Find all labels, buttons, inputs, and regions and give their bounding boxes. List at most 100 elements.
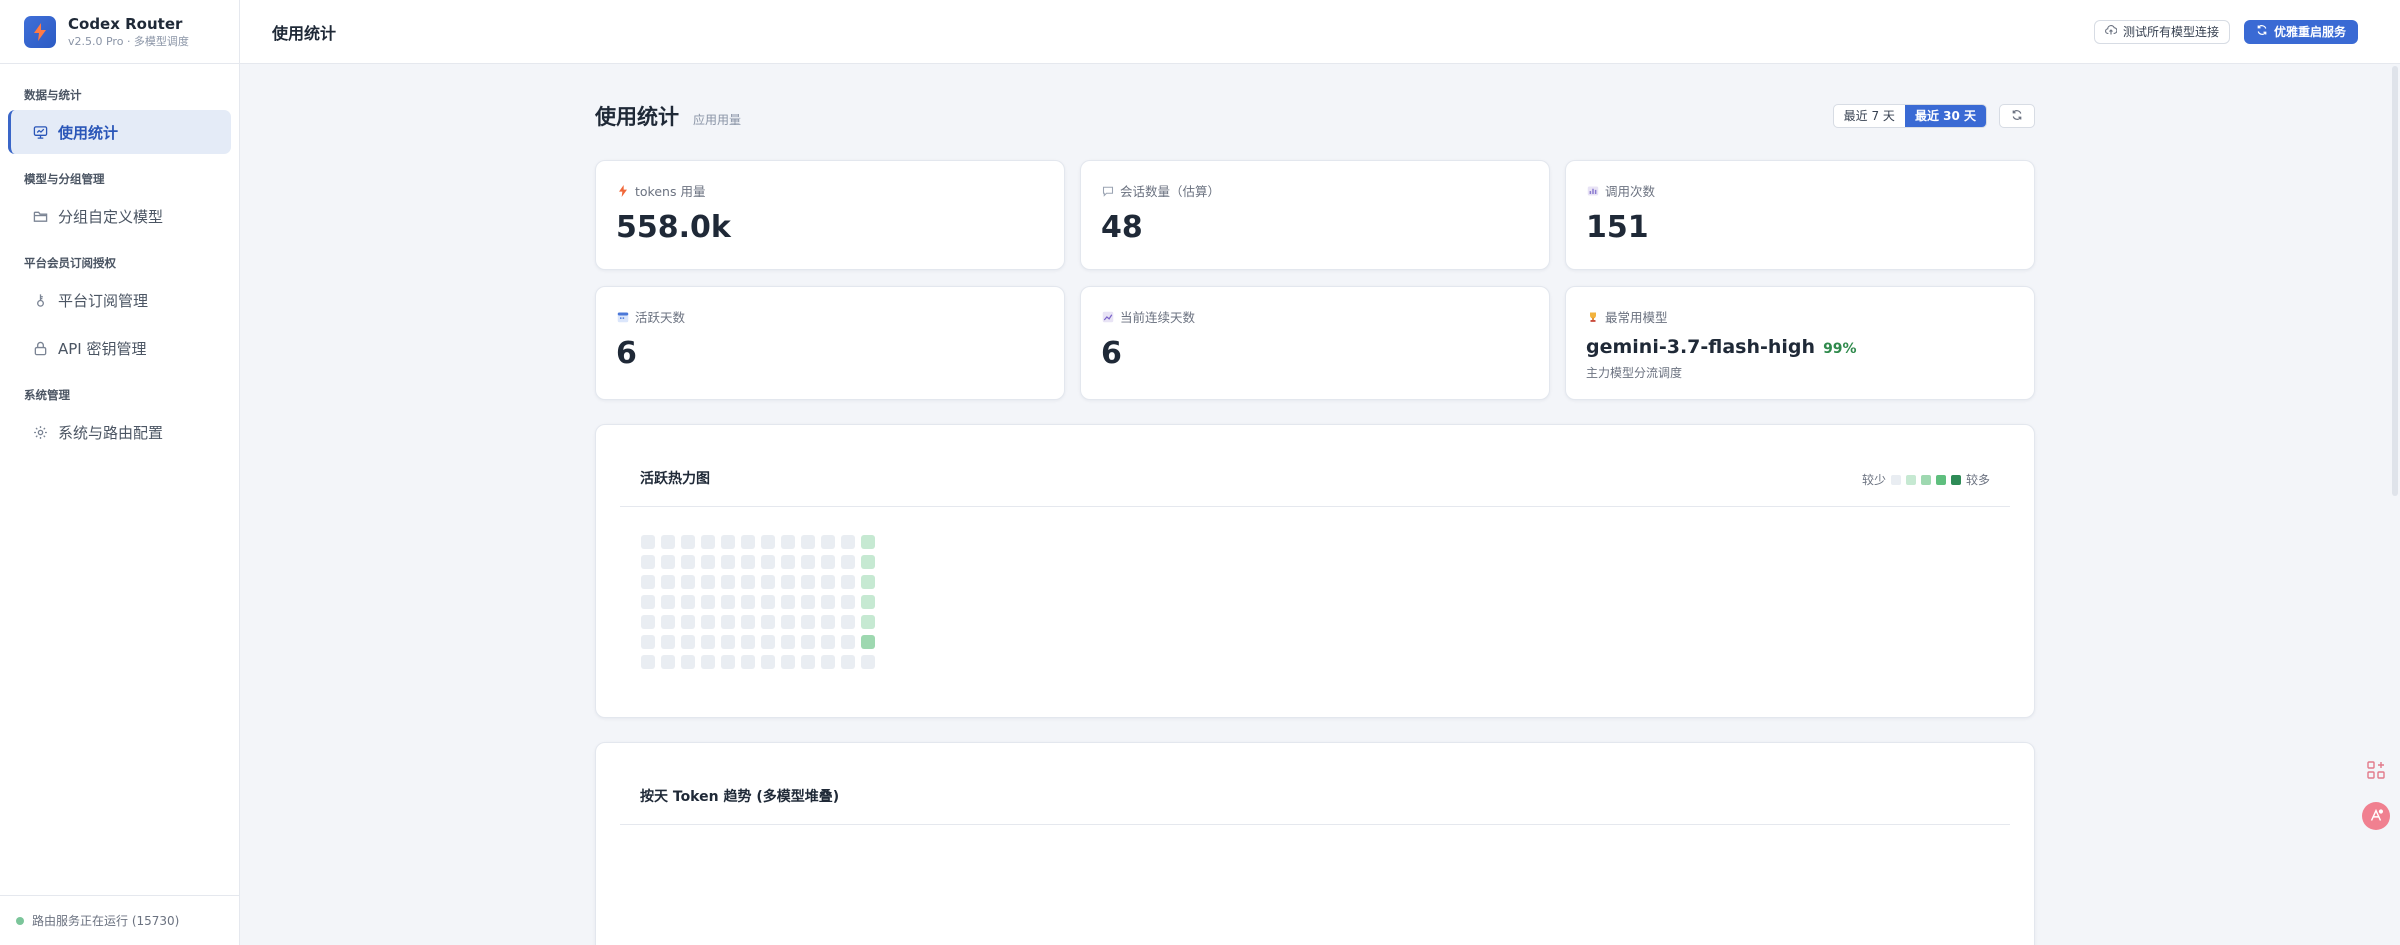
key-icon xyxy=(32,292,48,308)
graceful-restart-button[interactable]: 优雅重启服务 xyxy=(2243,19,2358,44)
heatmap-cell xyxy=(681,635,695,649)
refresh-icon xyxy=(2256,24,2268,39)
stat-value: 48 xyxy=(1101,210,1143,245)
heatmap-cell xyxy=(861,635,875,649)
heatmap-cell xyxy=(641,555,655,569)
heatmap-grid xyxy=(641,535,2034,669)
heatmap-cell xyxy=(741,635,755,649)
legend-more-label: 较多 xyxy=(1965,473,1990,487)
heatmap-cell xyxy=(781,535,795,549)
heatmap-cell xyxy=(661,555,675,569)
heatmap-cell xyxy=(701,655,715,669)
page-scrollbar[interactable] xyxy=(2390,64,2400,945)
heatmap-cell xyxy=(781,615,795,629)
heatmap-cell xyxy=(661,595,675,609)
heatmap-cell xyxy=(721,615,735,629)
topbar-title: 使用统计 xyxy=(272,23,337,43)
apps-icon[interactable] xyxy=(2362,756,2390,784)
stat-label: 活跃天数 xyxy=(635,310,686,325)
legend-swatch xyxy=(1890,474,1901,485)
gear-icon xyxy=(32,424,48,440)
stat-card-active-days: 活跃天数 6 xyxy=(595,286,1065,400)
heatmap-cell xyxy=(801,635,815,649)
sidebar: Codex Router v2.5.0 Pro · 多模型调度 数据与统计 使用… xyxy=(0,0,240,945)
heatmap-cell xyxy=(721,595,735,609)
heatmap-cell xyxy=(841,655,855,669)
heatmap-cell xyxy=(861,615,875,629)
heatmap-cell xyxy=(681,615,695,629)
bolt-icon xyxy=(616,184,629,197)
app-version: v2.5.0 Pro · 多模型调度 xyxy=(68,35,189,48)
stat-card-sessions: 会话数量（估算） 48 xyxy=(1080,160,1550,270)
sidebar-item-system-config[interactable]: 系统与路由配置 xyxy=(8,410,231,454)
stat-value: 6 xyxy=(616,336,637,371)
status-dot xyxy=(16,916,24,925)
stat-label: 调用次数 xyxy=(1605,184,1656,199)
heatmap-cell xyxy=(641,635,655,649)
activity-heatmap-panel: 活跃热力图 较少 较多 xyxy=(595,424,2035,718)
heatmap-cell xyxy=(701,555,715,569)
chart-icon xyxy=(32,124,48,140)
heatmap-cell xyxy=(641,655,655,669)
range-selector: 最近 7 天 最近 30 天 xyxy=(1832,104,1987,128)
stat-value: 151 xyxy=(1586,210,1649,245)
stat-cards: tokens 用量 558.0k 会话数量（估算） 48 调用次数 151 活跃… xyxy=(595,160,2035,400)
heatmap-cell xyxy=(821,635,835,649)
token-trend-title: 按天 Token 趋势 (多模型堆叠) xyxy=(640,789,840,805)
test-all-models-button[interactable]: 测试所有模型连接 xyxy=(2093,19,2230,44)
stat-card-tokens: tokens 用量 558.0k xyxy=(595,160,1065,270)
heatmap-cell xyxy=(861,595,875,609)
heatmap-cell xyxy=(841,595,855,609)
heatmap-cell xyxy=(641,535,655,549)
heatmap-cell xyxy=(761,535,775,549)
heatmap-cell xyxy=(661,535,675,549)
heatmap-body xyxy=(596,507,2034,717)
heatmap-cell xyxy=(761,555,775,569)
heatmap-cell xyxy=(701,615,715,629)
heatmap-cell xyxy=(821,595,835,609)
legend-swatch xyxy=(1950,474,1961,485)
page-title: 使用统计 xyxy=(595,105,679,129)
refresh-icon xyxy=(2011,109,2023,124)
stat-value: 558.0k xyxy=(616,210,731,245)
stat-label: 当前连续天数 xyxy=(1120,310,1196,325)
nav-group-title: 模型与分组管理 xyxy=(24,172,105,186)
heatmap-cell xyxy=(861,575,875,589)
assistant-icon[interactable] xyxy=(2362,802,2390,830)
panel-header: 活跃热力图 较少 较多 xyxy=(620,425,2010,507)
heatmap-cell xyxy=(841,635,855,649)
heatmap-cell xyxy=(681,655,695,669)
heatmap-cell xyxy=(861,555,875,569)
legend-swatch xyxy=(1905,474,1916,485)
refresh-button[interactable] xyxy=(1999,104,2035,128)
heatmap-cell xyxy=(701,575,715,589)
heatmap-cell xyxy=(681,575,695,589)
heatmap-cell xyxy=(801,535,815,549)
heatmap-cell xyxy=(761,595,775,609)
scrollbar-thumb[interactable] xyxy=(2392,66,2398,496)
top-model-name: gemini-3.7-flash-high xyxy=(1586,336,1816,358)
sidebar-item-group-models[interactable]: 分组自定义模型 xyxy=(8,194,231,238)
heatmap-cell xyxy=(661,655,675,669)
stat-label: 最常用模型 xyxy=(1605,310,1668,325)
heatmap-cell xyxy=(661,575,675,589)
nav-group-title: 系统管理 xyxy=(24,388,70,402)
nav-group-title: 数据与统计 xyxy=(24,88,82,102)
heatmap-cell xyxy=(761,655,775,669)
sidebar-item-api-keys[interactable]: API 密钥管理 xyxy=(8,326,231,370)
heatmap-cell xyxy=(761,575,775,589)
sidebar-item-subscriptions[interactable]: 平台订阅管理 xyxy=(8,278,231,322)
sidebar-item-usage-stats[interactable]: 使用统计 xyxy=(8,110,231,154)
heatmap-cell xyxy=(741,595,755,609)
range-7-days[interactable]: 最近 7 天 xyxy=(1834,105,1905,127)
trophy-icon xyxy=(1586,310,1599,323)
range-30-days[interactable]: 最近 30 天 xyxy=(1904,105,1986,127)
heatmap-cell xyxy=(681,595,695,609)
page-header: 使用统计 应用用量 最近 7 天 最近 30 天 xyxy=(595,64,2035,160)
cloud-upload-icon xyxy=(2105,24,2118,39)
stat-card-calls: 调用次数 151 xyxy=(1565,160,2035,270)
heatmap-cell xyxy=(841,535,855,549)
heatmap-cell xyxy=(841,615,855,629)
bar-chart-icon xyxy=(1586,184,1599,197)
heatmap-cell xyxy=(801,595,815,609)
